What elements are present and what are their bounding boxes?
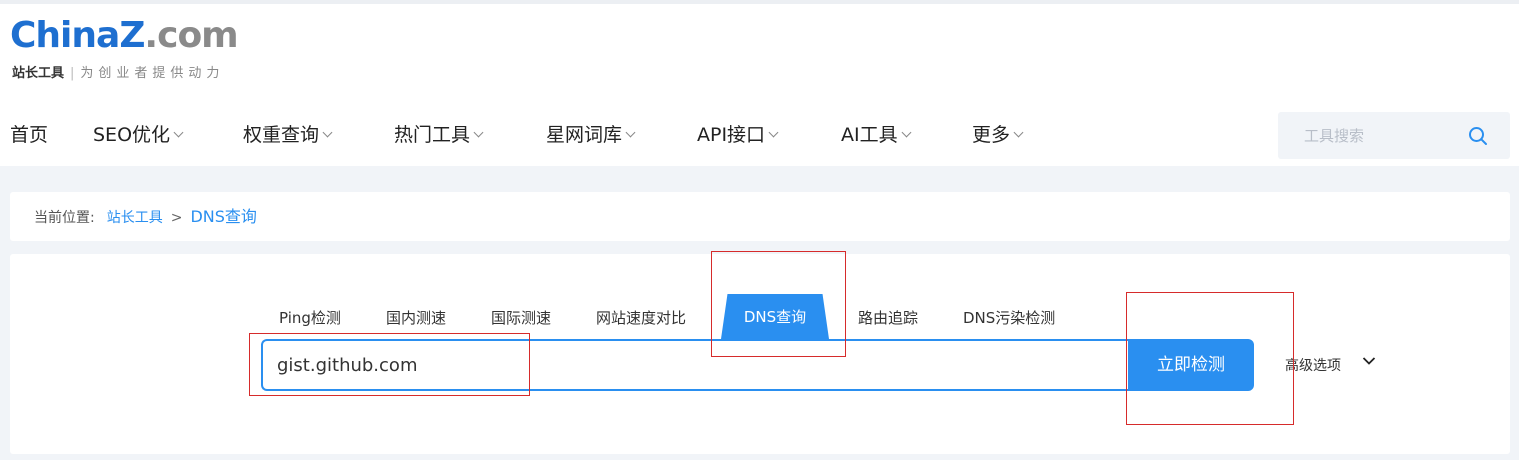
- nav-keyword-library[interactable]: 星网词库: [546, 122, 636, 148]
- check-now-button[interactable]: 立即检测: [1128, 339, 1254, 391]
- chevron-down-icon[interactable]: [1362, 356, 1376, 366]
- nav-home[interactable]: 首页: [10, 122, 48, 148]
- chevron-down-icon: [901, 127, 912, 138]
- logo-wordmark: ChinaZ.com: [10, 15, 239, 56]
- breadcrumb-current: DNS查询: [190, 207, 257, 226]
- breadcrumb: 当前位置: 站长工具 > DNS查询: [34, 207, 257, 228]
- tool-search-input[interactable]: [1278, 112, 1468, 159]
- chevron-down-icon: [322, 127, 333, 138]
- breadcrumb-card: 当前位置: 站长工具 > DNS查询: [10, 192, 1510, 241]
- nav-hot-tools[interactable]: 热门工具: [394, 122, 484, 148]
- breadcrumb-label: 当前位置:: [34, 210, 95, 226]
- nav-ai-tools[interactable]: AI工具: [841, 122, 912, 148]
- advanced-options-toggle[interactable]: 高级选项: [1285, 356, 1341, 376]
- search-icon[interactable]: [1468, 126, 1488, 146]
- chevron-down-icon: [768, 127, 779, 138]
- chevron-down-icon: [473, 127, 484, 138]
- chevron-down-icon: [173, 127, 184, 138]
- tab-speed-compare[interactable]: 网站速度对比: [596, 308, 686, 328]
- logo-tagline: 站长工具 | 为创业者提供动力: [12, 66, 225, 81]
- nav-weight-query[interactable]: 权重查询: [243, 122, 333, 148]
- tab-ping[interactable]: Ping检测: [279, 308, 341, 328]
- nav-api[interactable]: API接口: [697, 122, 779, 148]
- chevron-down-icon: [1013, 127, 1024, 138]
- chevron-down-icon: [625, 127, 636, 138]
- nav-seo[interactable]: SEO优化: [93, 122, 184, 148]
- tab-dns-query[interactable]: DNS查询: [721, 294, 829, 339]
- breadcrumb-separator: >: [170, 210, 183, 226]
- nav-more[interactable]: 更多: [972, 122, 1024, 148]
- tab-dns-pollution[interactable]: DNS污染检测: [963, 308, 1055, 328]
- site-logo[interactable]: ChinaZ.com 站长工具 | 为创业者提供动力: [10, 16, 270, 86]
- tab-domestic-speed[interactable]: 国内测速: [386, 308, 446, 328]
- domain-input[interactable]: [261, 339, 1133, 391]
- breadcrumb-link-webmaster-tools[interactable]: 站长工具: [107, 210, 163, 226]
- tab-traceroute[interactable]: 路由追踪: [858, 308, 918, 328]
- tab-international-speed[interactable]: 国际测速: [491, 308, 551, 328]
